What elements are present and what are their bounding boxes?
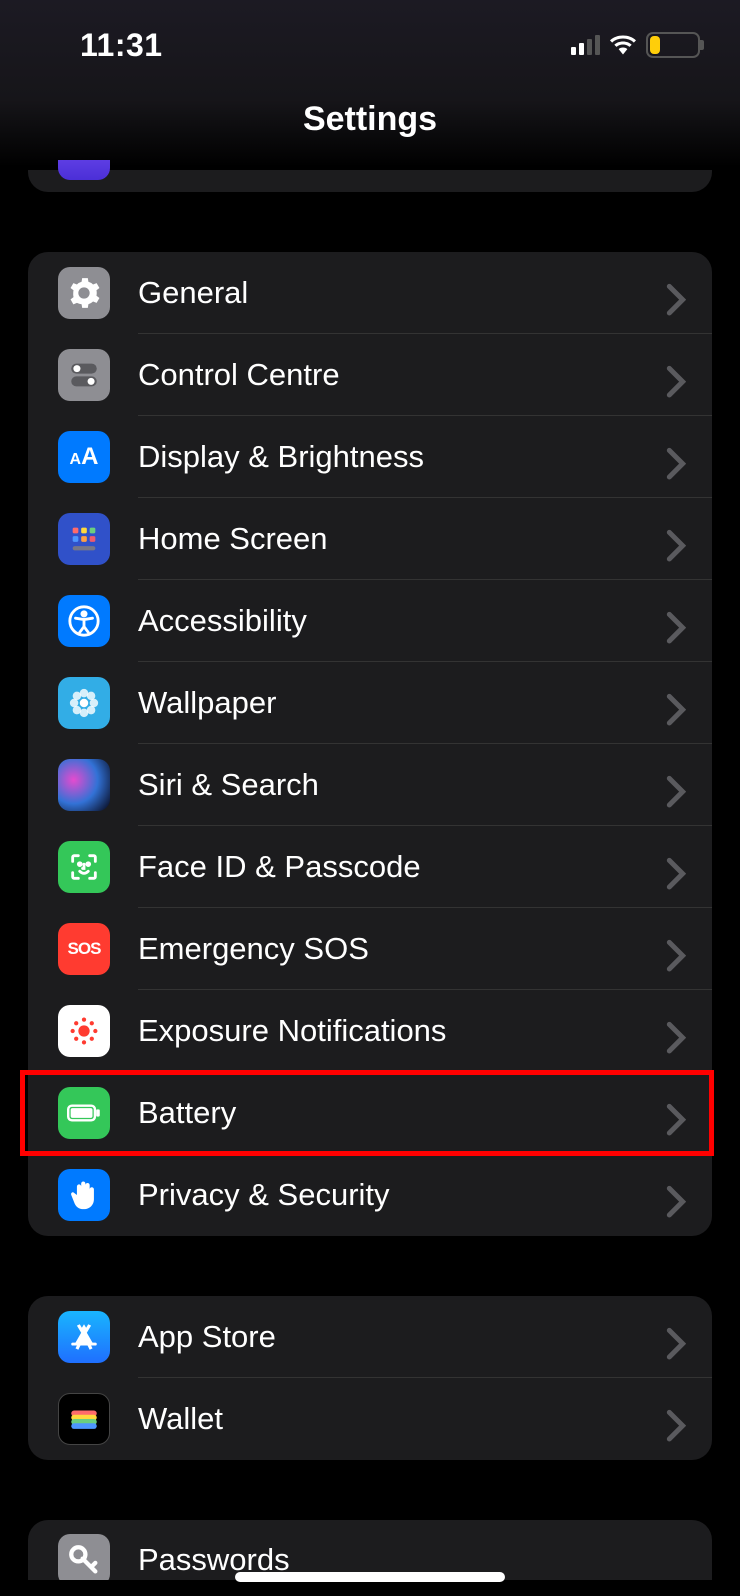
row-label: Exposure Notifications	[110, 1013, 666, 1049]
gear-icon	[58, 267, 110, 319]
exposure-icon	[58, 1005, 110, 1057]
row-siri-search[interactable]: Siri & Search	[28, 744, 712, 826]
status-bar: 11:31	[0, 0, 740, 90]
status-indicators	[571, 32, 700, 58]
chevron-right-icon	[666, 1103, 686, 1123]
row-emergency-sos[interactable]: SOS Emergency SOS	[28, 908, 712, 990]
key-icon	[58, 1534, 110, 1580]
wifi-icon	[610, 35, 636, 55]
row-passwords[interactable]: Passwords	[28, 1520, 712, 1580]
row-label: General	[110, 275, 666, 311]
row-label: App Store	[110, 1319, 666, 1355]
row-label: Privacy & Security	[110, 1177, 666, 1213]
row-label: Battery	[110, 1095, 666, 1131]
status-time: 11:31	[50, 27, 163, 64]
row-label: Emergency SOS	[110, 931, 666, 967]
accessibility-icon	[58, 595, 110, 647]
chevron-right-icon	[666, 283, 686, 303]
battery-icon	[58, 1087, 110, 1139]
sos-icon: SOS	[58, 923, 110, 975]
chevron-right-icon	[666, 857, 686, 877]
row-label: Wallet	[110, 1401, 666, 1437]
content-scroll[interactable]: General Control Centre AA Display & Brig…	[0, 170, 740, 1596]
row-general[interactable]: General	[28, 252, 712, 334]
settings-group-general: General Control Centre AA Display & Brig…	[28, 252, 712, 1236]
row-label: Siri & Search	[110, 767, 666, 803]
row-control-centre[interactable]: Control Centre	[28, 334, 712, 416]
battery-status-icon	[646, 32, 700, 58]
row-wallet[interactable]: Wallet	[28, 1378, 712, 1460]
chevron-right-icon	[666, 939, 686, 959]
row-faceid-passcode[interactable]: Face ID & Passcode	[28, 826, 712, 908]
chevron-right-icon	[666, 1327, 686, 1347]
wallet-icon	[58, 1393, 110, 1445]
toggles-icon	[58, 349, 110, 401]
row-label: Accessibility	[110, 603, 666, 639]
home-grid-icon	[58, 513, 110, 565]
settings-screen: 11:31 Settings General	[0, 0, 740, 1596]
chevron-right-icon	[666, 365, 686, 385]
row-display-brightness[interactable]: AA Display & Brightness	[28, 416, 712, 498]
cellular-signal-icon	[571, 35, 600, 55]
row-battery[interactable]: Battery	[28, 1072, 712, 1154]
row-privacy-security[interactable]: Privacy & Security	[28, 1154, 712, 1236]
settings-group-passwords: Passwords	[28, 1520, 712, 1580]
row-app-store[interactable]: App Store	[28, 1296, 712, 1378]
row-label: Wallpaper	[110, 685, 666, 721]
chevron-right-icon	[666, 1409, 686, 1429]
chevron-right-icon	[666, 611, 686, 631]
siri-icon	[58, 759, 110, 811]
chevron-right-icon	[666, 1021, 686, 1041]
row-exposure-notifications[interactable]: Exposure Notifications	[28, 990, 712, 1072]
chevron-right-icon	[666, 447, 686, 467]
text-size-icon: AA	[58, 431, 110, 483]
previous-group-peek	[28, 170, 712, 192]
row-label: Home Screen	[110, 521, 666, 557]
chevron-right-icon	[666, 529, 686, 549]
row-wallpaper[interactable]: Wallpaper	[28, 662, 712, 744]
row-accessibility[interactable]: Accessibility	[28, 580, 712, 662]
row-label: Display & Brightness	[110, 439, 666, 475]
hand-icon	[58, 1169, 110, 1221]
appstore-icon	[58, 1311, 110, 1363]
row-label: Face ID & Passcode	[110, 849, 666, 885]
chevron-right-icon	[666, 1185, 686, 1205]
row-label: Control Centre	[110, 357, 666, 393]
row-home-screen[interactable]: Home Screen	[28, 498, 712, 580]
flower-icon	[58, 677, 110, 729]
home-indicator[interactable]	[235, 1572, 505, 1582]
chevron-right-icon	[666, 775, 686, 795]
settings-group-store: App Store Wallet	[28, 1296, 712, 1460]
faceid-icon	[58, 841, 110, 893]
chevron-right-icon	[666, 693, 686, 713]
